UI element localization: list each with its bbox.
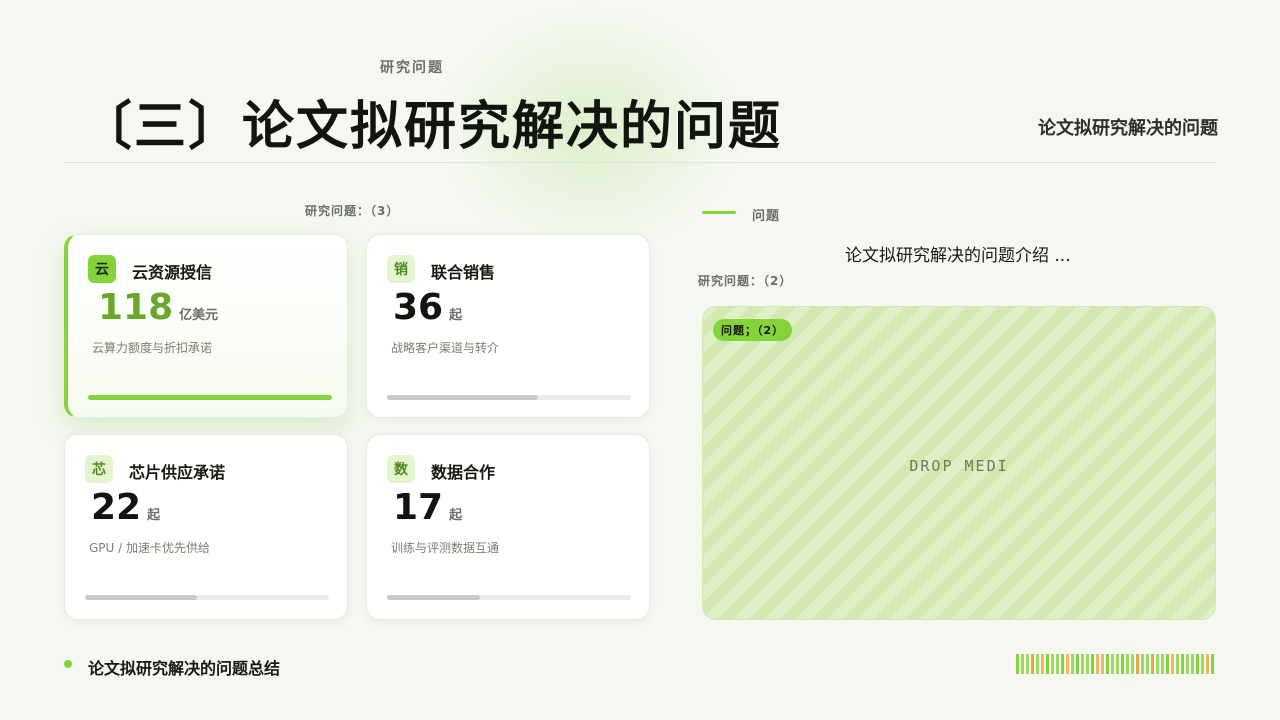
- stripe: [1161, 654, 1164, 674]
- card-value-unit: 起: [449, 308, 463, 323]
- side-title: 论文拟研究解决的问题: [1038, 118, 1218, 139]
- card-description: GPU / 加速卡优先供给: [89, 541, 210, 555]
- stripe: [1206, 654, 1209, 674]
- stripe: [1131, 654, 1134, 674]
- page-title: 〔三〕论文拟研究解决的问题: [80, 97, 783, 157]
- card-title: 联合销售: [431, 263, 496, 282]
- bullet-dot: [64, 660, 72, 668]
- stat-card-chip-supply[interactable]: 芯 芯片供应承诺 22 起 GPU / 加速卡优先供给: [64, 434, 348, 620]
- card-value: 36 起: [393, 287, 462, 328]
- progress-fill: [387, 395, 539, 400]
- progress-fill: [387, 595, 480, 600]
- stripe: [1071, 654, 1074, 674]
- progress-track: [85, 595, 329, 600]
- stripe: [1181, 654, 1184, 674]
- stripe: [1126, 654, 1129, 674]
- stripe: [1096, 654, 1099, 674]
- card-value: 22 起: [91, 487, 160, 528]
- section-label: 问题: [752, 209, 781, 224]
- stat-card-cloud-credit[interactable]: 云 云资源授信 118 亿美元 云算力额度与折扣承诺: [64, 234, 348, 418]
- stripe: [1146, 654, 1149, 674]
- stripe: [1106, 654, 1109, 674]
- data-icon: 数: [387, 455, 415, 483]
- card-value-number: 22: [91, 487, 142, 528]
- stripe: [1036, 654, 1039, 674]
- card-description: 云算力额度与折扣承诺: [92, 341, 213, 355]
- card-description: 战略客户渠道与转介: [391, 341, 500, 355]
- stripe: [1081, 654, 1084, 674]
- stripe: [1171, 654, 1174, 674]
- stripe: [1076, 654, 1079, 674]
- header-divider: [64, 162, 1216, 163]
- stat-card-data-partnership[interactable]: 数 数据合作 17 起 训练与评测数据互通: [366, 434, 650, 620]
- stripe: [1066, 654, 1069, 674]
- card-value-unit: 亿美元: [179, 308, 219, 323]
- stripe: [1101, 654, 1104, 674]
- stripe: [1046, 654, 1049, 674]
- stripe: [1086, 654, 1089, 674]
- card-description: 训练与评测数据互通: [391, 541, 500, 555]
- stripe: [1141, 654, 1144, 674]
- section-accent-dash: [702, 211, 736, 214]
- stripe: [1021, 654, 1024, 674]
- stripe: [1031, 654, 1034, 674]
- card-value-number: 118: [98, 287, 174, 328]
- intro-text: 论文拟研究解决的问题介绍 ...: [845, 246, 1071, 266]
- stripe: [1196, 654, 1199, 674]
- sales-icon: 销: [387, 255, 415, 283]
- card-value: 118 亿美元: [98, 287, 218, 328]
- stripe: [1201, 654, 1204, 674]
- card-value-number: 17: [393, 487, 444, 528]
- chip-icon: 芯: [85, 455, 113, 483]
- progress-fill: [88, 395, 332, 400]
- cloud-icon: 云: [88, 255, 116, 283]
- stripe: [1051, 654, 1054, 674]
- right-count-label: 研究问题：（2）: [698, 274, 793, 288]
- stripe: [1176, 654, 1179, 674]
- stripe: [1121, 654, 1124, 674]
- stripe: [1111, 654, 1114, 674]
- stat-card-joint-sales[interactable]: 销 联合销售 36 起 战略客户渠道与转介: [366, 234, 650, 418]
- card-value: 17 起: [393, 487, 462, 528]
- stripe: [1056, 654, 1059, 674]
- card-value-number: 36: [393, 287, 444, 328]
- stripe: [1166, 654, 1169, 674]
- stripe: [1116, 654, 1119, 674]
- progress-fill: [85, 595, 198, 600]
- eyebrow-label: 研究问题: [380, 60, 444, 76]
- progress-track: [387, 395, 631, 400]
- cards-count-label: 研究问题：（3）: [305, 204, 400, 218]
- stripe: [1151, 654, 1154, 674]
- media-drop-zone[interactable]: 问题；（2） DROP MEDI: [702, 306, 1216, 620]
- stripe: [1041, 654, 1044, 674]
- drop-zone-badge: 问题；（2）: [713, 319, 793, 341]
- stripe: [1026, 654, 1029, 674]
- progress-track: [88, 395, 332, 400]
- stripe: [1156, 654, 1159, 674]
- summary-text: 论文拟研究解决的问题总结: [88, 659, 281, 678]
- card-value-unit: 起: [449, 508, 463, 523]
- card-title: 芯片供应承诺: [129, 463, 226, 482]
- stripe: [1211, 654, 1214, 674]
- stripe: [1136, 654, 1139, 674]
- stripe: [1016, 654, 1019, 674]
- drop-zone-placeholder: DROP MEDI: [909, 457, 1009, 475]
- stripe: [1091, 654, 1094, 674]
- progress-track: [387, 595, 631, 600]
- decorative-stripe-bar: [1016, 654, 1214, 674]
- card-value-unit: 起: [147, 508, 161, 523]
- stripe: [1061, 654, 1064, 674]
- card-title: 数据合作: [431, 463, 496, 482]
- stripe: [1186, 654, 1189, 674]
- card-title: 云资源授信: [132, 263, 213, 282]
- stripe: [1191, 654, 1194, 674]
